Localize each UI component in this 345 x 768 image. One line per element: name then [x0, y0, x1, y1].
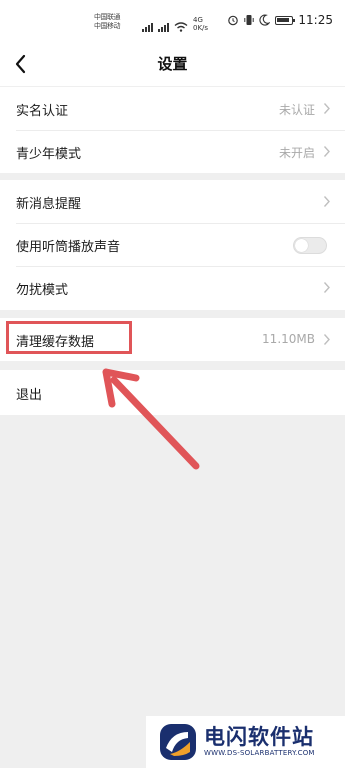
- speed-readout: 0K/s: [193, 24, 209, 32]
- signal-indicators: 4G 0K/s: [142, 16, 208, 32]
- status-right: 11:25: [227, 13, 333, 27]
- nav-bar: 设置: [0, 42, 345, 86]
- watermark-title: 电闪软件站: [204, 725, 314, 749]
- signal-icon: [142, 23, 153, 32]
- vibrate-icon: [244, 15, 255, 25]
- settings-group-account: 实名认证 未认证 青少年模式 未开启: [0, 87, 345, 173]
- row-label: 实名认证: [16, 104, 69, 119]
- row-do-not-disturb[interactable]: 勿扰模式: [0, 266, 345, 309]
- carrier-line-2: 中国移动: [94, 22, 121, 30]
- row-value: 未认证: [278, 103, 315, 117]
- wifi-icon: [174, 22, 188, 32]
- chevron-right-icon: [323, 196, 330, 207]
- brand-logo-icon: [160, 724, 196, 760]
- carrier-line-1: 中国联通: [94, 13, 121, 21]
- row-label: 新消息提醒: [16, 197, 82, 212]
- network-speed: 4G 0K/s: [193, 16, 208, 32]
- row-label: 使用听筒播放声音: [16, 240, 121, 255]
- toggle-knob: [295, 239, 308, 252]
- status-bar: 中国联通 中国移动 4G 0K/s 11:25: [0, 0, 345, 42]
- row-earpiece-playback: 使用听筒播放声音: [0, 223, 345, 266]
- row-label: 青少年模式: [16, 147, 82, 162]
- moon-icon: [259, 14, 271, 26]
- battery-icon: [275, 15, 296, 25]
- watermark-url: WWW.DS-SOLARBATTERY.COM: [204, 749, 315, 757]
- row-label: 退出: [16, 388, 43, 403]
- cache-size: 11.10MB: [262, 332, 315, 346]
- chevron-right-icon: [323, 146, 330, 157]
- chevron-right-icon: [323, 334, 330, 345]
- carrier-info: 中国联通 中国移动: [94, 13, 138, 35]
- row-teen-mode[interactable]: 青少年模式 未开启: [0, 130, 345, 173]
- alarm-icon: [228, 15, 239, 26]
- highlight-box: [6, 321, 132, 354]
- row-new-message-alert[interactable]: 新消息提醒: [0, 180, 345, 223]
- signal-icon: [158, 23, 169, 32]
- network-type: 4G: [193, 16, 203, 24]
- watermark: 电闪软件站 WWW.DS-SOLARBATTERY.COM: [146, 716, 345, 768]
- chevron-right-icon: [323, 282, 330, 293]
- annotation-arrow-icon: [102, 368, 200, 470]
- page-title: 设置: [157, 55, 188, 73]
- row-value: 未开启: [278, 146, 315, 160]
- chevron-right-icon: [323, 103, 330, 114]
- row-label: 勿扰模式: [16, 283, 69, 298]
- clock: 11:25: [298, 13, 333, 27]
- row-real-name-auth[interactable]: 实名认证 未认证: [0, 87, 345, 130]
- settings-group-notifications: 新消息提醒 使用听筒播放声音 勿扰模式: [0, 180, 345, 310]
- earpiece-toggle[interactable]: [293, 237, 327, 254]
